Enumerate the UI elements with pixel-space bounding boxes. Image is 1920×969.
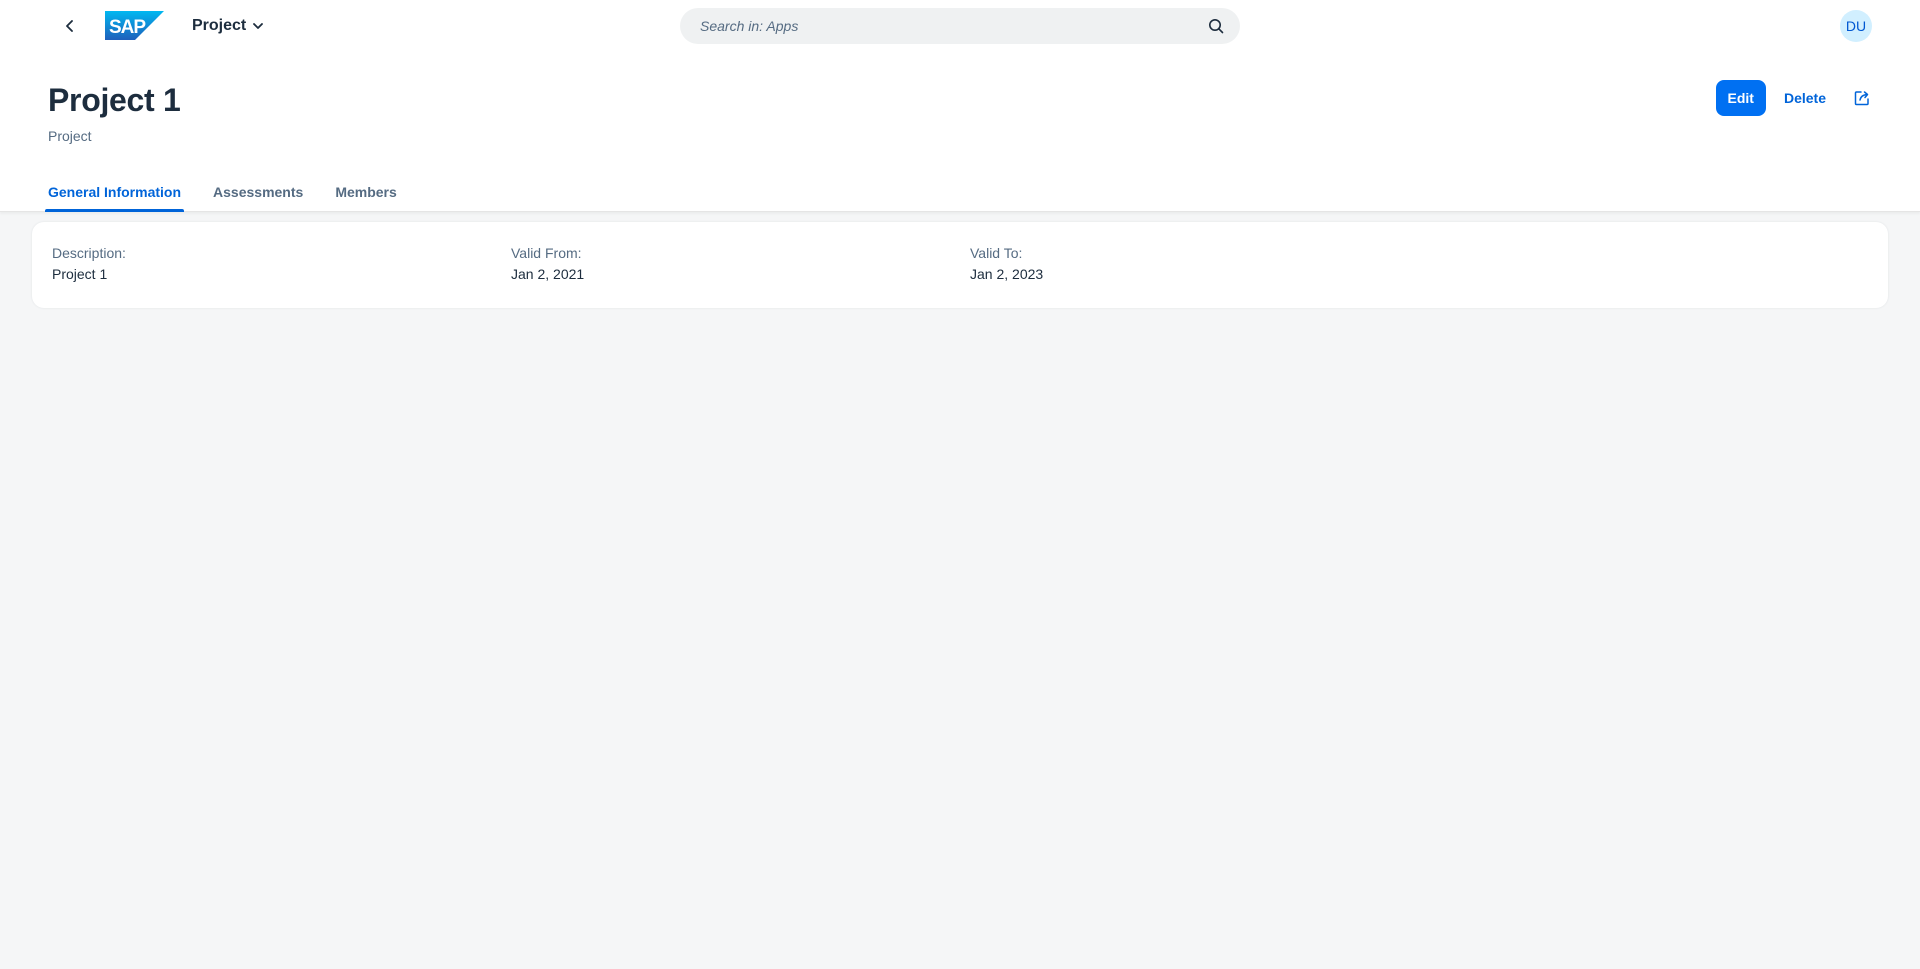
app-title-menu[interactable]: Project (192, 12, 264, 40)
user-avatar[interactable]: DU (1840, 10, 1872, 42)
app-title: Project (192, 17, 247, 34)
back-button[interactable] (56, 12, 84, 40)
svg-text:SAP: SAP (109, 17, 146, 38)
object-page-header: Project 1 Project Edit Delete General In… (0, 52, 1920, 212)
field-label: Description: (52, 245, 126, 261)
field-label: Valid From: (511, 245, 582, 261)
valid-to-field: Valid To: Jan 2, 2023 (970, 245, 1043, 282)
description-field: Description: Project 1 (52, 245, 126, 282)
field-value: Jan 2, 2021 (511, 266, 585, 282)
search-input[interactable] (700, 18, 1206, 34)
shell-bar: SAP Project DU (0, 0, 1920, 52)
field-label: Valid To: (970, 245, 1023, 261)
tab-bar: General Information Assessments Members (45, 172, 426, 212)
field-value: Jan 2, 2023 (970, 266, 1044, 282)
general-information-card: Description: Project 1 Valid From: Jan 2… (32, 222, 1888, 308)
sap-logo[interactable]: SAP (105, 11, 164, 40)
chevron-left-icon (66, 20, 73, 32)
page-title: Project 1 (48, 82, 181, 118)
search-icon[interactable] (1206, 16, 1226, 36)
page-subtitle: Project (48, 128, 92, 144)
header-actions: Edit Delete (1715, 80, 1880, 116)
edit-button[interactable]: Edit (1715, 80, 1766, 116)
share-button[interactable] (1844, 80, 1880, 116)
tab-assessments[interactable]: Assessments (210, 172, 306, 212)
tab-members[interactable]: Members (332, 172, 399, 212)
delete-button[interactable]: Delete (1774, 80, 1836, 116)
share-icon (1854, 91, 1869, 106)
search-field (680, 8, 1240, 44)
chevron-down-icon (253, 23, 264, 29)
field-value: Project 1 (52, 266, 108, 282)
tab-general-information[interactable]: General Information (45, 172, 185, 212)
valid-from-field: Valid From: Jan 2, 2021 (511, 245, 584, 282)
avatar-initials: DU (1845, 18, 1867, 34)
